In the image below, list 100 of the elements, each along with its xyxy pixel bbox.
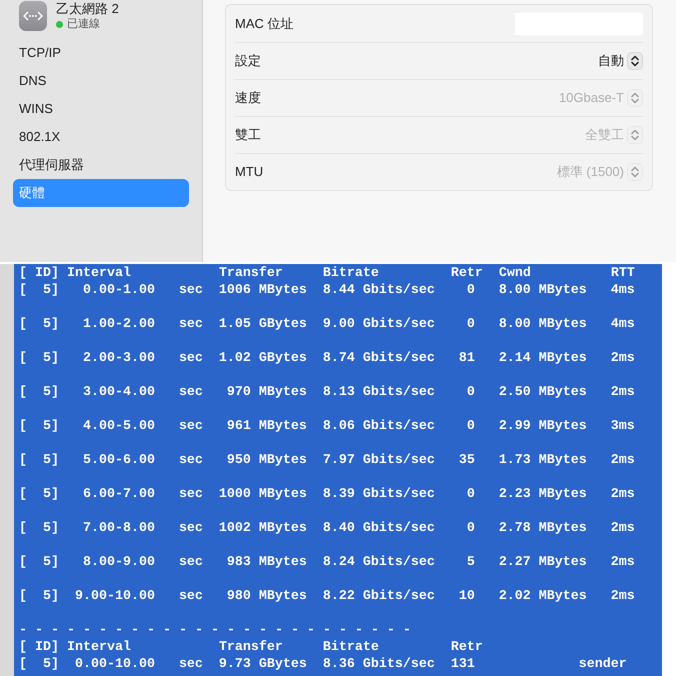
setting-label: 雙工 — [235, 126, 261, 144]
interval-text: 0.00-10.00 — [74, 656, 155, 673]
header-text: Transfer — [218, 265, 284, 282]
sidebar-item[interactable]: WINS — [13, 95, 189, 123]
sidebar-item[interactable]: 802.1X — [13, 123, 189, 151]
interval-text: 6.00-7.00 — [82, 486, 155, 503]
retr-text: 0 — [466, 418, 475, 435]
stepper-icon — [627, 52, 643, 70]
rtt-text: 2ms — [610, 588, 635, 605]
header-text: [ ID] — [19, 639, 60, 656]
retr-text: 81 — [458, 350, 475, 367]
interval-text: 5.00-6.00 — [82, 452, 155, 469]
header-text: Retr — [450, 639, 483, 656]
sidebar-item[interactable]: DNS — [13, 67, 189, 95]
id-text: [ 5] — [19, 384, 60, 401]
cwnd-text: 2.14 MBytes — [498, 350, 587, 367]
cwnd-text: 8.00 MBytes — [498, 316, 587, 333]
transfer-text: 961 MBytes — [226, 418, 307, 435]
popup-button[interactable]: 自動 — [598, 51, 643, 71]
stepper-icon — [627, 89, 643, 107]
cwnd-text: 1.73 MBytes — [498, 452, 587, 469]
bitrate-text: 8.44 Gbits/sec — [322, 282, 435, 299]
id-text: [ 5] — [19, 520, 60, 537]
id-text: [ 5] — [19, 588, 60, 605]
interval-text: 7.00-8.00 — [82, 520, 155, 537]
cwnd-text: 2.02 MBytes — [498, 588, 587, 605]
retr-text: 35 — [458, 452, 475, 469]
bitrate-text: 8.36 Gbits/sec — [322, 656, 435, 673]
unit-text: sec — [178, 520, 203, 537]
id-text: [ 5] — [19, 316, 60, 333]
rtt-text: 2ms — [610, 486, 635, 503]
rtt-text: 2ms — [610, 520, 635, 537]
id-text: [ 5] — [19, 554, 60, 571]
bitrate-text: 7.97 Gbits/sec — [322, 452, 435, 469]
retr-text: 0 — [466, 384, 475, 401]
bitrate-text: 8.39 Gbits/sec — [322, 486, 435, 503]
network-icon — [19, 1, 47, 31]
id-text: [ 5] — [19, 350, 60, 367]
id-text: [ 5] — [19, 418, 60, 435]
id-text: [ 5] — [19, 656, 60, 673]
unit-text: sec — [178, 486, 203, 503]
bitrate-text: 8.13 Gbits/sec — [322, 384, 435, 401]
unit-text: sec — [178, 316, 203, 333]
rtt-text: 2ms — [610, 350, 635, 367]
interval-text: 3.00-4.00 — [82, 384, 155, 401]
setting-label: 設定 — [235, 52, 261, 70]
id-text: [ 5] — [19, 486, 60, 503]
unit-text: sec — [178, 282, 203, 299]
setting-label: MTU — [235, 163, 264, 182]
transfer-text: 980 MBytes — [226, 588, 307, 605]
header-text: Interval — [66, 265, 132, 282]
header-text: RTT — [610, 265, 635, 282]
transfer-text: 1002 MBytes — [218, 520, 307, 537]
setting-label: MAC 位址 — [235, 14, 294, 33]
sidebar-item[interactable]: TCP/IP — [13, 39, 189, 67]
rtt-text: 4ms — [610, 282, 635, 299]
connection-title: 乙太網路 2 — [56, 1, 119, 17]
unit-text: sec — [178, 418, 203, 435]
transfer-text: 1000 MBytes — [218, 486, 307, 503]
interval-text: 8.00-9.00 — [82, 554, 155, 571]
rtt-text: 3ms — [610, 418, 635, 435]
header-text: Interval — [66, 639, 132, 656]
transfer-text: 983 MBytes — [226, 554, 307, 571]
header-text: Retr — [450, 265, 484, 282]
stepper-icon — [627, 126, 643, 144]
setting-label: 速度 — [235, 89, 261, 108]
header-text: Transfer — [218, 639, 284, 656]
bitrate-text: 9.00 Gbits/sec — [322, 316, 435, 333]
transfer-text: 9.73 GBytes — [218, 656, 307, 673]
transfer-text: 1.05 GBytes — [218, 316, 307, 333]
interval-text: 4.00-5.00 — [82, 418, 155, 435]
rtt-text: 2ms — [610, 384, 635, 401]
status-text: 已連線 — [67, 17, 100, 31]
header-text: [ ID] — [19, 265, 60, 282]
cwnd-text: 2.78 MBytes — [498, 520, 587, 537]
bitrate-text: 8.74 Gbits/sec — [322, 350, 435, 367]
cwnd-text: 2.27 MBytes — [498, 554, 587, 571]
id-text: [ 5] — [19, 452, 60, 469]
sidebar-item[interactable]: 代理伺服器 — [13, 151, 189, 179]
unit-text: sec — [178, 384, 203, 401]
stepper-icon — [627, 163, 643, 181]
retr-text: 131 — [450, 656, 475, 673]
separator-text: - - - - - - - - - - - - - - - - - - - - - - - - - — [19, 622, 411, 639]
retr-text: 10 — [458, 588, 475, 605]
retr-text: 0 — [466, 486, 475, 503]
header-text: Cwnd — [498, 265, 532, 282]
cwnd-text: 8.00 MBytes — [498, 282, 587, 299]
transfer-text: 1.02 GBytes — [218, 350, 307, 367]
interval-text: 2.00-3.00 — [82, 350, 155, 367]
unit-text: sec — [178, 656, 203, 673]
header-text: Bitrate — [322, 265, 380, 282]
retr-text: 0 — [466, 316, 475, 333]
rtt-text: 2ms — [610, 554, 635, 571]
retr-text: 0 — [466, 282, 475, 299]
unit-text: sec — [178, 452, 203, 469]
interval-text: 9.00-10.00 — [74, 588, 155, 605]
id-text: [ 5] — [19, 282, 60, 299]
bitrate-text: 8.40 Gbits/sec — [322, 520, 435, 537]
retr-text: 5 — [466, 554, 475, 571]
cwnd-text: 2.50 MBytes — [498, 384, 587, 401]
